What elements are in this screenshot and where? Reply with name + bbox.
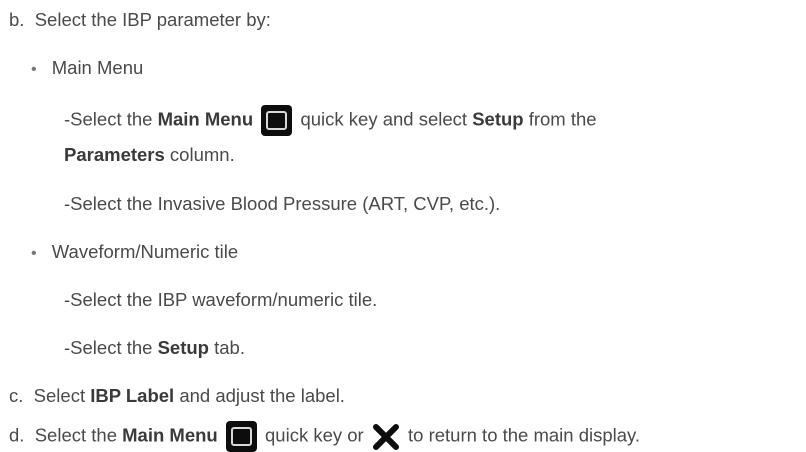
text: from the xyxy=(523,108,597,130)
option-title: Waveform/Numeric tile xyxy=(51,241,239,262)
instruction-line: -Select the Invasive Blood Pressure (ART… xyxy=(64,192,500,216)
bold-text: Setup xyxy=(157,337,209,358)
bold-text: IBP Label xyxy=(90,385,175,406)
main-menu-quick-key-icon xyxy=(261,105,293,136)
text: quick key and select xyxy=(300,108,473,130)
instruction-line: Parameters column. xyxy=(64,143,235,167)
step-letter: b. xyxy=(9,9,25,30)
text: tab. xyxy=(208,337,245,358)
step-text: Select the IBP parameter by: xyxy=(34,9,271,30)
bold-text: Setup xyxy=(472,108,524,130)
text: quick key or xyxy=(265,424,369,446)
step-letter: c. xyxy=(9,385,24,406)
instruction-line: -Select the IBP waveform/numeric tile. xyxy=(64,288,377,312)
step-c: c. Select IBP Label and adjust the label… xyxy=(9,384,345,408)
step-b: b. Select the IBP parameter by: xyxy=(9,8,271,32)
instruction-line: -Select the Setup tab. xyxy=(64,336,245,360)
instruction-line: -Select the Main Menu quick key and sele… xyxy=(64,105,597,136)
step-letter: d. xyxy=(9,424,25,446)
text: to return to the main display. xyxy=(408,424,641,446)
bold-text: Main Menu xyxy=(122,424,218,446)
text: and adjust the label. xyxy=(174,385,345,406)
text: -Select the Invasive Blood Pressure (ART… xyxy=(64,193,501,214)
close-x-icon xyxy=(372,423,399,450)
step-d: d. Select the Main Menu quick key or to … xyxy=(9,421,640,452)
option-title: Main Menu xyxy=(51,57,144,78)
text: Select the xyxy=(34,424,123,446)
bold-text: Parameters xyxy=(64,144,165,165)
option-main-menu: • Main Menu xyxy=(31,56,143,82)
option-waveform-tile: • Waveform/Numeric tile xyxy=(31,240,238,266)
text: -Select the IBP waveform/numeric tile. xyxy=(64,289,378,310)
bullet: • xyxy=(31,245,37,262)
text: -Select the xyxy=(64,337,158,358)
bold-text: Main Menu xyxy=(157,108,254,130)
bullet: • xyxy=(31,61,37,78)
text: column. xyxy=(164,144,235,165)
text: Select xyxy=(33,385,91,406)
main-menu-quick-key-icon xyxy=(225,421,257,452)
text: -Select the xyxy=(64,108,158,130)
